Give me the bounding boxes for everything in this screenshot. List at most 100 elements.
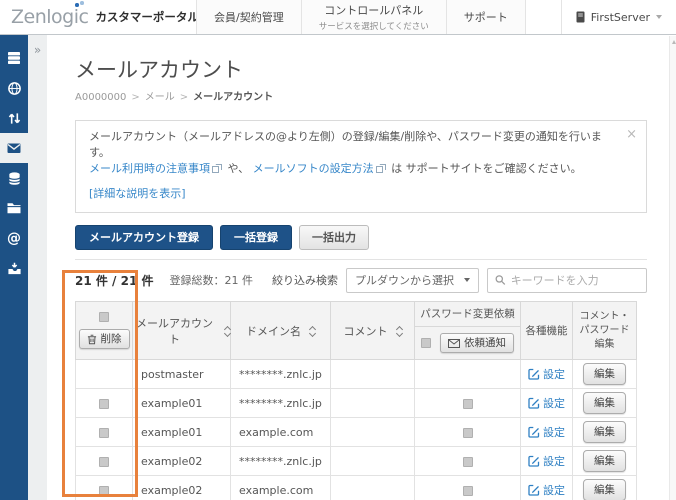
external-link-icon bbox=[212, 164, 222, 173]
row-select-cell bbox=[75, 417, 133, 447]
register-account-button[interactable]: メールアカウント登録 bbox=[75, 225, 213, 250]
sidebar: @ bbox=[0, 35, 28, 500]
sort-comment[interactable] bbox=[395, 325, 403, 337]
sort-domain[interactable] bbox=[308, 325, 317, 337]
edit-button[interactable]: 編集 bbox=[583, 362, 626, 386]
folder-icon bbox=[7, 203, 21, 214]
row-checkbox[interactable] bbox=[99, 456, 109, 467]
row-checkbox[interactable] bbox=[99, 427, 109, 438]
search-icon bbox=[495, 275, 506, 285]
nav-control-panel[interactable]: コントロールパネル サービスを選択してください bbox=[300, 0, 446, 34]
inbox-download-icon bbox=[7, 262, 21, 274]
row-checkbox[interactable] bbox=[99, 398, 109, 409]
sort-account[interactable] bbox=[223, 325, 232, 337]
edit-button[interactable]: 編集 bbox=[583, 391, 626, 415]
breadcrumb-separator: > bbox=[131, 92, 140, 103]
notice-link-precautions[interactable]: メール利用時の注意事項 bbox=[89, 162, 210, 175]
account-menu[interactable]: FirstServer bbox=[560, 0, 676, 34]
edit-settings-icon bbox=[528, 426, 540, 438]
functions-cell: 設定 bbox=[520, 359, 573, 389]
domain-cell: ********.znlc.jp bbox=[230, 446, 331, 476]
col-comment: コメント bbox=[330, 301, 415, 360]
top-header: Zenlogic カスタマーポータル 会員/契約管理 コントロールパネル サービ… bbox=[0, 0, 676, 35]
password-request-checkbox[interactable] bbox=[462, 398, 473, 409]
row-select-cell bbox=[75, 446, 133, 476]
table-row: example01 example.com 設定 編集 bbox=[75, 417, 637, 447]
page-root: Zenlogic カスタマーポータル 会員/契約管理 コントロールパネル サービ… bbox=[0, 0, 676, 500]
account-name: FirstServer bbox=[590, 10, 650, 24]
breadcrumb-account[interactable]: A0000000 bbox=[75, 92, 126, 103]
sidebar-item-import[interactable] bbox=[0, 253, 28, 283]
edit-settings-icon bbox=[528, 455, 540, 467]
edit-button[interactable]: 編集 bbox=[583, 478, 626, 500]
settings-link[interactable]: 設定 bbox=[528, 366, 565, 382]
settings-link[interactable]: 設定 bbox=[528, 482, 565, 498]
edit-cell: 編集 bbox=[572, 359, 637, 389]
nav-member-management[interactable]: 会員/契約管理 bbox=[196, 0, 301, 34]
notice-box: × メールアカウント（メールアドレスの@より左側）の登録/編集/削除や、パスワー… bbox=[75, 120, 647, 213]
password-request-cell bbox=[414, 388, 521, 418]
zenlogic-logo: Zenlogic bbox=[11, 6, 89, 28]
sidebar-item-database[interactable] bbox=[0, 163, 28, 193]
settings-link[interactable]: 設定 bbox=[528, 453, 565, 469]
password-request-checkbox[interactable] bbox=[462, 427, 473, 438]
bulk-export-button[interactable]: 一括出力 bbox=[299, 225, 369, 250]
breadcrumb-current: メールアカウント bbox=[193, 92, 274, 103]
mail-table-body: postmaster ********.znlc.jp 設定 編集 exampl… bbox=[75, 359, 637, 500]
row-checkbox[interactable] bbox=[99, 485, 109, 496]
page-scrollbar[interactable] bbox=[669, 36, 676, 500]
password-request-checkbox[interactable] bbox=[462, 456, 473, 467]
brand[interactable]: Zenlogic カスタマーポータル bbox=[0, 0, 199, 34]
total-count: 登録総数：21 件 bbox=[169, 274, 254, 287]
close-icon[interactable]: × bbox=[626, 128, 637, 141]
domain-cell: example.com bbox=[230, 417, 331, 447]
col-mail-account: メールアカウント bbox=[132, 301, 232, 360]
table-header-row: 削除 メールアカウント ドメイン名 コメント パスワード変更依頼 依頼通知 各種… bbox=[75, 301, 637, 360]
request-notify-button[interactable]: 依頼通知 bbox=[440, 332, 514, 354]
sidebar-item-mail[interactable] bbox=[0, 133, 28, 163]
table-row: example02 example.com 設定 編集 bbox=[75, 475, 637, 500]
chevron-down-icon bbox=[464, 278, 470, 282]
notice-link-mail-setup[interactable]: メールソフトの設定方法 bbox=[253, 162, 374, 175]
action-buttons: メールアカウント登録 一括登録 一括出力 bbox=[75, 225, 647, 250]
password-request-cell bbox=[414, 446, 521, 476]
settings-link[interactable]: 設定 bbox=[528, 424, 565, 440]
select-all-checkbox[interactable] bbox=[99, 311, 109, 322]
bulk-register-button[interactable]: 一括登録 bbox=[220, 225, 292, 250]
sidebar-item-mail-address[interactable]: @ bbox=[0, 223, 28, 253]
show-details-link[interactable]: [詳細な説明を表示] bbox=[89, 186, 186, 202]
edit-cell: 編集 bbox=[572, 446, 637, 476]
domain-cell: ********.znlc.jp bbox=[230, 359, 331, 389]
table-row: example01 ********.znlc.jp 設定 編集 bbox=[75, 388, 637, 418]
database-icon bbox=[8, 171, 20, 185]
mail-icon bbox=[7, 143, 21, 153]
account-cell: example02 bbox=[132, 475, 231, 500]
settings-link[interactable]: 設定 bbox=[528, 395, 565, 411]
filter-dropdown[interactable]: プルダウンから選択 bbox=[346, 267, 479, 293]
col-comment-password-edit: コメント・パスワード編集 bbox=[572, 301, 637, 360]
portal-label: カスタマーポータル bbox=[95, 10, 199, 24]
notice-line1: メールアカウント（メールアドレスの@より左側）の登録/編集/削除や、パスワード変… bbox=[89, 130, 602, 159]
list-controls: 21 件 / 21 件 登録総数：21 件 絞り込み検索 プルダウンから選択 bbox=[75, 267, 647, 293]
chevron-down-icon bbox=[656, 15, 662, 19]
sidebar-item-server[interactable] bbox=[0, 43, 28, 73]
domain-cell: example.com bbox=[230, 475, 331, 500]
expand-panel-button[interactable]: » bbox=[34, 43, 41, 57]
password-request-checkbox[interactable] bbox=[462, 485, 473, 496]
password-request-all-checkbox[interactable] bbox=[421, 338, 431, 348]
row-select-cell bbox=[75, 475, 133, 500]
edit-button[interactable]: 編集 bbox=[583, 449, 626, 473]
sidebar-item-folder[interactable] bbox=[0, 193, 28, 223]
delete-button[interactable]: 削除 bbox=[78, 328, 130, 350]
edit-settings-icon bbox=[528, 368, 540, 380]
sidebar-item-domain[interactable] bbox=[0, 73, 28, 103]
nav-support[interactable]: サポート bbox=[445, 0, 526, 34]
envelope-icon bbox=[448, 338, 460, 348]
comment-cell bbox=[330, 417, 415, 447]
keyword-search-input[interactable] bbox=[510, 273, 639, 287]
edit-button[interactable]: 編集 bbox=[583, 420, 626, 444]
breadcrumb-mail[interactable]: メール bbox=[145, 92, 175, 103]
breadcrumb: A0000000 > メール > メールアカウント bbox=[75, 91, 647, 104]
server-host-icon bbox=[576, 11, 585, 23]
sidebar-item-transfer[interactable] bbox=[0, 103, 28, 133]
